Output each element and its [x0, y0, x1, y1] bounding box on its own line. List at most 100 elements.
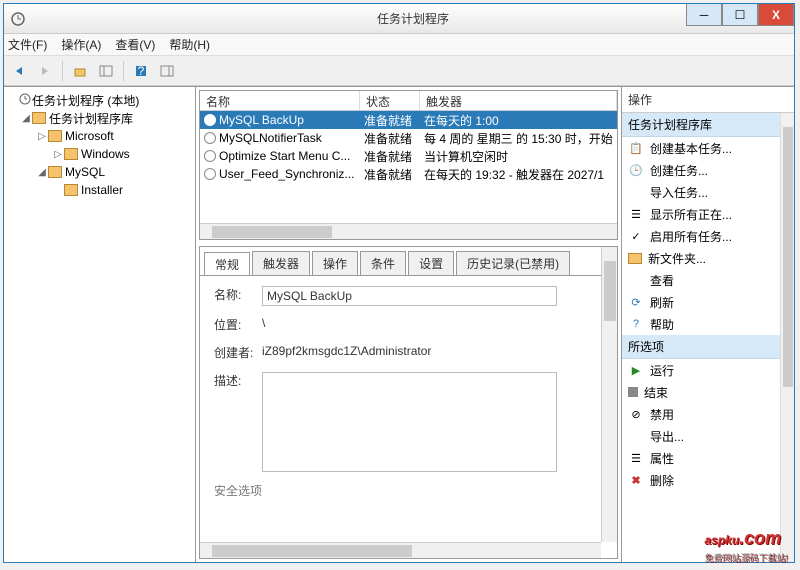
actions-section-library[interactable]: 任务计划程序库 ▲: [622, 113, 794, 137]
minimize-button[interactable]: ─: [686, 4, 722, 26]
clock-icon: [204, 150, 216, 162]
vertical-scrollbar[interactable]: [780, 113, 794, 562]
panel2-button[interactable]: [156, 60, 178, 82]
tree-microsoft[interactable]: ▷ Microsoft: [6, 127, 193, 145]
tab-actions[interactable]: 操作: [312, 251, 358, 275]
scroll-thumb[interactable]: [212, 226, 332, 238]
tree-root-label: 任务计划程序 (本地): [32, 92, 139, 109]
tab-conditions[interactable]: 条件: [360, 251, 406, 275]
tree-installer[interactable]: Installer: [6, 181, 193, 199]
clock-icon: [18, 92, 32, 109]
menu-help[interactable]: 帮助(H): [169, 36, 210, 53]
actions-body: 任务计划程序库 ▲ 📋创建基本任务... 🕒创建任务... 导入任务... ☰显…: [622, 113, 794, 562]
label-location: 位置:: [214, 316, 262, 333]
task-list-body: MySQL BackUp 准备就绪 在每天的 1:00 MySQLNotifie…: [200, 111, 617, 223]
field-name[interactable]: MySQL BackUp: [262, 286, 557, 306]
col-trigger[interactable]: 触发器: [420, 91, 617, 110]
menubar: 文件(F) 操作(A) 查看(V) 帮助(H): [4, 34, 794, 56]
tree-label: Windows: [81, 147, 130, 161]
action-view[interactable]: 查看▶: [622, 269, 794, 291]
action-run[interactable]: ▶运行: [622, 359, 794, 381]
action-enable-all[interactable]: ✓启用所有任务...: [622, 225, 794, 247]
panel-button[interactable]: [95, 60, 117, 82]
scroll-thumb[interactable]: [212, 545, 412, 557]
forward-button[interactable]: [34, 60, 56, 82]
action-import[interactable]: 导入任务...: [622, 181, 794, 203]
up-button[interactable]: [69, 60, 91, 82]
action-properties[interactable]: ☰属性: [622, 447, 794, 469]
col-name[interactable]: 名称: [200, 91, 360, 110]
field-location: \: [262, 316, 557, 334]
delete-icon: ✖: [628, 472, 644, 488]
scroll-thumb[interactable]: [783, 127, 793, 387]
label-author: 创建者:: [214, 344, 262, 361]
running-icon: ☰: [628, 206, 644, 222]
run-icon: ▶: [628, 362, 644, 378]
separator: [62, 61, 63, 81]
tab-settings[interactable]: 设置: [408, 251, 454, 275]
svg-text:?: ?: [138, 64, 145, 78]
tree-mysql[interactable]: ◢ MySQL: [6, 163, 193, 181]
scroll-thumb[interactable]: [604, 261, 616, 321]
task-row[interactable]: User_Feed_Synchroniz... 准备就绪 在每天的 19:32 …: [200, 165, 617, 183]
tab-triggers[interactable]: 触发器: [252, 251, 310, 275]
tree-label: MySQL: [65, 165, 105, 179]
tree-label: 任务计划程序库: [49, 110, 133, 127]
center-pane: 名称 状态 触发器 MySQL BackUp 准备就绪 在每天的 1:00 My…: [196, 87, 622, 562]
horizontal-scrollbar[interactable]: [200, 542, 601, 558]
titlebar: 任务计划程序 ─ ☐ X: [4, 4, 794, 34]
close-button[interactable]: X: [758, 4, 794, 26]
action-create-basic[interactable]: 📋创建基本任务...: [622, 137, 794, 159]
help-button[interactable]: ?: [130, 60, 152, 82]
action-refresh[interactable]: ⟳刷新: [622, 291, 794, 313]
menu-view[interactable]: 查看(V): [115, 36, 155, 53]
task-icon: 🕒: [628, 162, 644, 178]
folder-icon: [32, 112, 46, 124]
tree-windows[interactable]: ▷ Windows: [6, 145, 193, 163]
task-list: 名称 状态 触发器 MySQL BackUp 准备就绪 在每天的 1:00 My…: [199, 90, 618, 240]
label-desc: 描述:: [214, 372, 262, 389]
task-icon: 📋: [628, 140, 644, 156]
menu-file[interactable]: 文件(F): [8, 36, 47, 53]
tab-history[interactable]: 历史记录(已禁用): [456, 251, 570, 275]
back-button[interactable]: [8, 60, 30, 82]
col-status[interactable]: 状态: [360, 91, 420, 110]
clock-icon: [204, 132, 216, 144]
stop-icon: [628, 387, 638, 397]
label-name: 名称:: [214, 286, 262, 303]
expand-icon[interactable]: ▷: [36, 131, 48, 142]
menu-action[interactable]: 操作(A): [61, 36, 101, 53]
action-create-task[interactable]: 🕒创建任务...: [622, 159, 794, 181]
action-help[interactable]: ?帮助: [622, 313, 794, 335]
action-end[interactable]: 结束: [622, 381, 794, 403]
horizontal-scrollbar[interactable]: [200, 223, 617, 239]
task-row[interactable]: Optimize Start Menu C... 准备就绪 当计算机空闲时: [200, 147, 617, 165]
body: 任务计划程序 (本地) ◢ 任务计划程序库 ▷ Microsoft ▷ Wind…: [4, 86, 794, 562]
app-window: 任务计划程序 ─ ☐ X 文件(F) 操作(A) 查看(V) 帮助(H) ? 任…: [3, 3, 795, 563]
help-icon: ?: [628, 316, 644, 332]
maximize-button[interactable]: ☐: [722, 4, 758, 26]
task-row[interactable]: MySQLNotifierTask 准备就绪 每 4 周的 星期三 的 15:3…: [200, 129, 617, 147]
separator: [123, 61, 124, 81]
action-disable[interactable]: ⊘禁用: [622, 403, 794, 425]
vertical-scrollbar[interactable]: [601, 247, 617, 542]
tree-label: Microsoft: [65, 129, 114, 143]
tree-root[interactable]: 任务计划程序 (本地): [6, 91, 193, 109]
action-show-running[interactable]: ☰显示所有正在...: [622, 203, 794, 225]
action-export[interactable]: 导出...: [622, 425, 794, 447]
collapse-icon[interactable]: ◢: [20, 113, 32, 124]
action-new-folder[interactable]: 新文件夹...: [622, 247, 794, 269]
collapse-icon[interactable]: ◢: [36, 167, 48, 178]
tree-library[interactable]: ◢ 任务计划程序库: [6, 109, 193, 127]
actions-pane: 操作 任务计划程序库 ▲ 📋创建基本任务... 🕒创建任务... 导入任务...…: [622, 87, 794, 562]
export-icon: [628, 428, 644, 444]
disable-icon: ⊘: [628, 406, 644, 422]
expand-icon[interactable]: ▷: [52, 149, 64, 160]
import-icon: [628, 184, 644, 200]
action-delete[interactable]: ✖删除: [622, 469, 794, 491]
task-details: 常规 触发器 操作 条件 设置 历史记录(已禁用) 名称: MySQL Back…: [199, 246, 618, 559]
task-row[interactable]: MySQL BackUp 准备就绪 在每天的 1:00: [200, 111, 617, 129]
tab-general[interactable]: 常规: [204, 252, 250, 276]
field-desc[interactable]: [262, 372, 557, 472]
actions-section-selected[interactable]: 所选项 ▲: [622, 335, 794, 359]
